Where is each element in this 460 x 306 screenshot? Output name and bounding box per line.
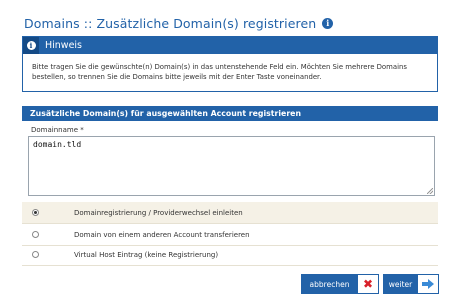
hint-info-icon: i	[23, 37, 39, 54]
hint-box: i Hinweis Bitte tragen Sie die gewünscht…	[22, 36, 438, 92]
radio-domainregistrierung[interactable]	[32, 209, 39, 216]
hint-header: i Hinweis	[23, 37, 437, 54]
register-section: Zusätzliche Domain(s) für ausgewählten A…	[22, 106, 438, 121]
next-button-label: weiter	[384, 275, 417, 293]
option-virtual-host[interactable]: Virtual Host Eintrag (keine Registrierun…	[22, 244, 438, 266]
option-label: Domain von einem anderen Account transfe…	[74, 230, 250, 239]
option-label: Domainregistrierung / Providerwechsel ei…	[74, 208, 243, 217]
info-icon[interactable]: i	[322, 17, 334, 29]
next-button[interactable]: weiter	[383, 274, 439, 294]
section-heading: Zusätzliche Domain(s) für ausgewählten A…	[22, 106, 438, 121]
page-header: Domains :: Zusätzliche Domain(s) registr…	[24, 14, 334, 32]
close-icon: ✖	[357, 275, 378, 293]
hint-text: Bitte tragen Sie die gewünschte(n) Domai…	[32, 63, 407, 81]
resize-grip[interactable]	[427, 188, 433, 194]
domain-textarea[interactable]: domain.tld	[28, 136, 435, 196]
cancel-button-label: abbrechen	[302, 275, 357, 293]
page-title: Domains :: Zusätzliche Domain(s) registr…	[24, 15, 317, 31]
cancel-button[interactable]: abbrechen ✖	[301, 274, 379, 294]
radio-transfer[interactable]	[32, 231, 39, 238]
radio-virtual-host[interactable]	[32, 251, 39, 258]
domain-label: Domainname *	[31, 126, 84, 134]
option-transfer[interactable]: Domain von einem anderen Account transfe…	[22, 224, 438, 246]
arrow-right-icon	[417, 275, 438, 293]
hint-heading: Hinweis	[45, 40, 83, 51]
option-domainregistrierung[interactable]: Domainregistrierung / Providerwechsel ei…	[22, 202, 438, 224]
domain-value: domain.tld	[33, 140, 82, 149]
option-label: Virtual Host Eintrag (keine Registrierun…	[74, 250, 219, 259]
